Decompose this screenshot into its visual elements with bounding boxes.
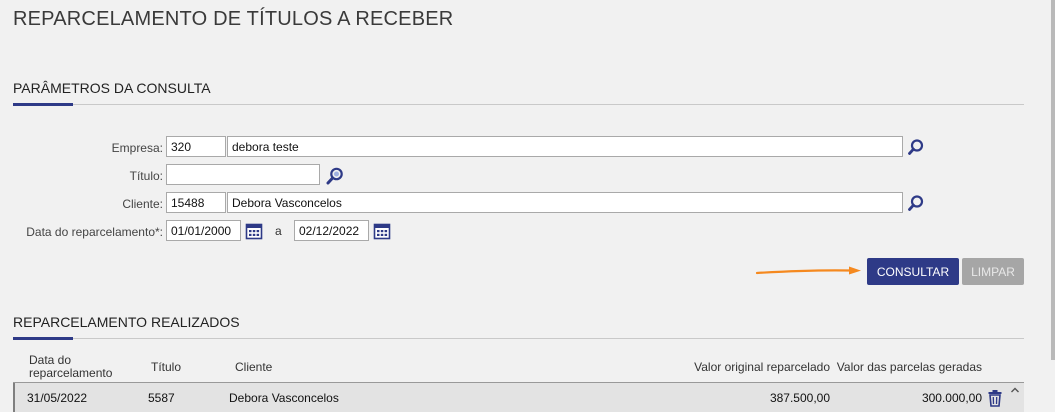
empresa-code-input[interactable]: [166, 136, 226, 157]
params-divider-accent: [13, 103, 73, 106]
data-from-input[interactable]: [166, 220, 241, 241]
row-marker: [13, 383, 15, 412]
empresa-label: Empresa:: [111, 141, 163, 155]
cliente-name-input[interactable]: [227, 192, 903, 213]
data-reparcelamento-label: Data do reparcelamento*:: [26, 225, 163, 239]
data-to-input[interactable]: [294, 220, 369, 241]
table-row[interactable]: 31/05/2022 5587 Debora Vasconcelos 387.5…: [13, 383, 1024, 412]
cell-titulo: 5587: [148, 391, 175, 405]
data-to-calendar-button[interactable]: [371, 220, 393, 241]
cell-cliente: Debora Vasconcelos: [229, 391, 339, 405]
column-header-valor-parcelas: Valor das parcelas geradas: [836, 360, 982, 374]
params-divider: [13, 104, 1024, 105]
params-section-title: PARÂMETROS DA CONSULTA: [13, 80, 211, 96]
cell-data: 31/05/2022: [27, 391, 88, 405]
page-title: REPARCELAMENTO DE TÍTULOS A RECEBER: [13, 8, 454, 30]
results-section-title: REPARCELAMENTO REALIZADOS: [13, 314, 240, 330]
page-scrollbar[interactable]: [1051, 0, 1055, 360]
titulo-label: Título:: [129, 169, 163, 183]
empresa-search-button[interactable]: [905, 136, 927, 157]
trash-icon: [988, 390, 1002, 407]
arrow-annotation: [755, 266, 861, 275]
calendar-icon: [373, 223, 391, 239]
calendar-icon: [245, 223, 263, 239]
consultar-button[interactable]: CONSULTAR: [867, 258, 959, 285]
cliente-label: Cliente:: [122, 197, 163, 211]
search-icon: [326, 167, 343, 184]
results-divider: [13, 338, 1024, 339]
delete-row-button[interactable]: [987, 389, 1003, 407]
chevron-up-icon: [1011, 387, 1019, 393]
search-icon: [908, 138, 924, 155]
table-scrollbar[interactable]: [1008, 383, 1022, 412]
limpar-button[interactable]: LIMPAR: [962, 258, 1024, 285]
cell-valor-original: 387.500,00: [769, 391, 830, 405]
titulo-search-button[interactable]: [324, 165, 346, 186]
column-header-valor-original: Valor original reparcelado: [694, 360, 830, 374]
date-range-separator: a: [275, 224, 282, 238]
cell-valor-parcelas: 300.000,00: [921, 391, 982, 405]
cliente-code-input[interactable]: [166, 192, 226, 213]
cliente-search-button[interactable]: [905, 192, 927, 213]
empresa-name-input[interactable]: [227, 136, 903, 157]
titulo-input[interactable]: [166, 164, 320, 185]
results-divider-accent: [13, 337, 73, 340]
column-header-cliente: Cliente: [235, 360, 273, 374]
column-header-data: Data do reparcelamento: [29, 353, 113, 380]
data-from-calendar-button[interactable]: [243, 220, 265, 241]
column-header-titulo: Título: [151, 360, 182, 374]
search-icon: [908, 194, 924, 211]
